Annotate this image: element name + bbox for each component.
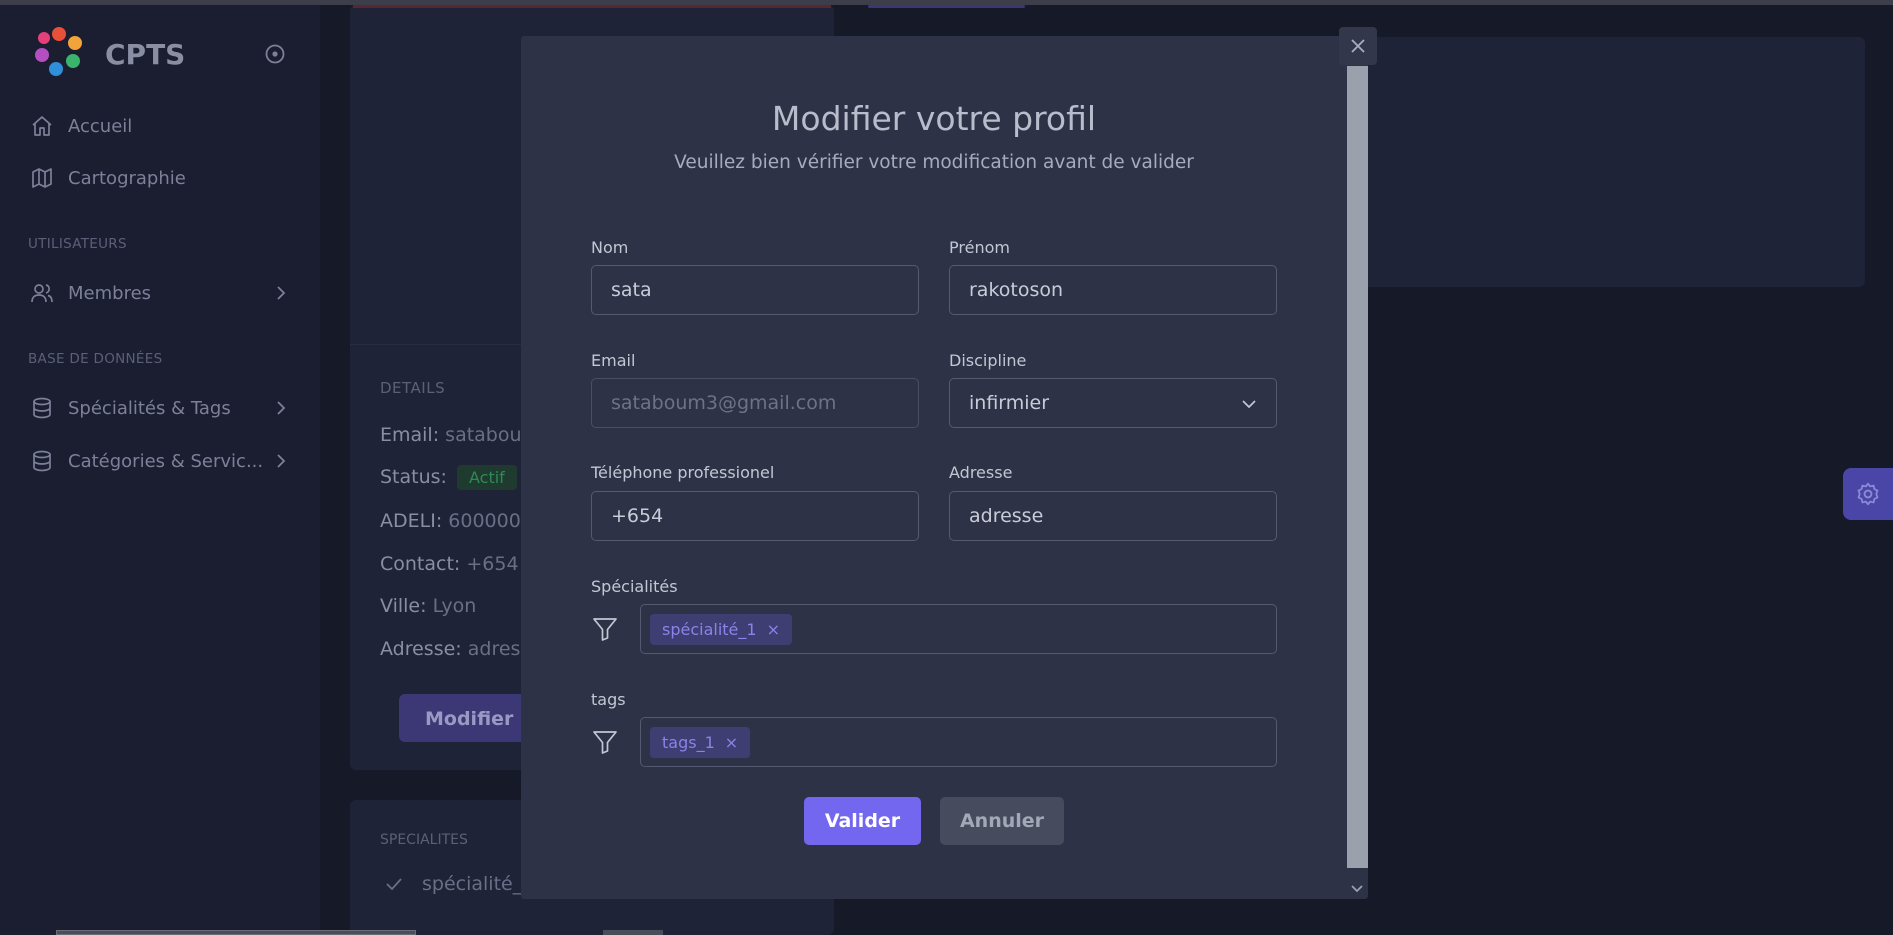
nom-label: Nom — [591, 238, 629, 257]
detail-key: Status: — [380, 466, 447, 488]
detail-adeli: ADELI: 6000000 — [380, 510, 533, 532]
profile-card-top-line — [353, 5, 831, 8]
detail-status: Status: Actif — [380, 465, 517, 490]
home-icon — [32, 116, 52, 136]
chip-remove-button[interactable]: × — [725, 733, 738, 752]
detail-key: ADELI: — [380, 510, 443, 532]
detail-email: Email: sataboum — [380, 424, 540, 446]
database-icon — [33, 450, 51, 472]
chevron-right-icon — [277, 401, 286, 415]
chevron-down-icon — [1242, 400, 1256, 409]
info-card — [1360, 37, 1865, 287]
adresse-label: Adresse — [949, 463, 1013, 482]
email-label: Email — [591, 351, 636, 370]
specialites-select[interactable]: spécialité_1 × — [640, 604, 1277, 654]
specialites-label: Spécialités — [591, 577, 678, 596]
check-icon — [386, 878, 402, 891]
modal-title: Modifier votre profil — [771, 99, 1097, 138]
close-icon — [1351, 39, 1365, 53]
detail-key: Email: — [380, 424, 440, 446]
circle-icon[interactable] — [265, 44, 285, 64]
chevron-right-icon — [277, 286, 286, 300]
detail-key: Contact: — [380, 553, 461, 575]
settings-button[interactable] — [1843, 468, 1893, 520]
submit-button[interactable]: Valider — [804, 797, 921, 845]
discipline-label: Discipline — [949, 351, 1027, 370]
detail-contact: Contact: +654 — [380, 553, 519, 575]
sidebar-item-label: Cartographie — [68, 167, 186, 189]
sidebar-item-label: Accueil — [68, 115, 133, 137]
filter-icon[interactable] — [591, 615, 619, 643]
brand-name: CPTS — [105, 38, 186, 71]
detail-adresse: Adresse: adress — [380, 638, 530, 660]
detail-value: +654 — [466, 553, 519, 575]
sidebar-item-categories-services[interactable]: Catégories & Servic... — [30, 444, 290, 478]
sidebar-item-membres[interactable]: Membres — [30, 276, 290, 310]
chevron-down-icon[interactable] — [1349, 880, 1365, 896]
chip-label: tags_1 — [662, 732, 715, 752]
discipline-value: infirmier — [969, 392, 1050, 414]
modal-scrollbar[interactable] — [1347, 66, 1368, 868]
detail-ville: Ville: Lyon — [380, 595, 476, 617]
details-title: DETAILS — [380, 379, 446, 397]
modal-subtitle: Veuillez bien vérifier votre modificatio… — [674, 152, 1194, 173]
sidebar-item-accueil[interactable]: Accueil — [30, 109, 290, 143]
chevron-right-icon — [277, 454, 286, 468]
sidebar-item-specialites-tags[interactable]: Spécialités & Tags — [30, 391, 290, 425]
tag-chip: tags_1 × — [650, 726, 751, 758]
list-item: spécialité_ — [384, 873, 522, 895]
tags-label: tags — [591, 690, 626, 709]
sidebar-item-label: Membres — [68, 282, 152, 304]
prenom-field[interactable]: rakotoson — [949, 265, 1277, 315]
nom-field[interactable]: sata — [591, 265, 919, 315]
users-icon — [31, 284, 53, 303]
settings-icon — [1857, 482, 1879, 506]
chip-remove-button[interactable]: × — [767, 620, 780, 639]
telephone-label: Téléphone professionel — [591, 463, 775, 482]
scrollbar-marker — [603, 930, 663, 935]
nav-section-title: BASE DE DONNÉES — [28, 351, 163, 367]
prenom-label: Prénom — [949, 238, 1010, 257]
logo-icon — [35, 27, 82, 76]
chip-label: spécialité_1 — [662, 619, 757, 639]
telephone-field[interactable]: +654 — [591, 491, 919, 541]
cancel-button[interactable]: Annuler — [940, 797, 1064, 845]
status-badge: Actif — [457, 465, 517, 490]
close-button[interactable] — [1339, 27, 1377, 65]
nav-section-title: UTILISATEURS — [28, 236, 127, 252]
email-field: sataboum3@gmail.com — [591, 378, 919, 428]
map-icon — [32, 168, 52, 188]
sidebar-item-label: Catégories & Servic... — [68, 450, 264, 472]
sidebar-item-cartographie[interactable]: Cartographie — [30, 161, 290, 195]
filter-icon[interactable] — [591, 728, 619, 756]
specialite-chip: spécialité_1 × — [650, 613, 792, 645]
top-accent-bar — [868, 5, 1025, 8]
list-item-label: spécialité_ — [422, 873, 523, 895]
detail-key: Adresse: — [380, 638, 462, 660]
discipline-select[interactable]: infirmier — [949, 378, 1277, 428]
database-icon — [33, 397, 51, 419]
specialites-title: SPECIALITES — [380, 832, 468, 848]
horizontal-scrollbar[interactable] — [56, 930, 416, 935]
sidebar-item-label: Spécialités & Tags — [68, 397, 231, 419]
detail-key: Ville: — [380, 595, 427, 617]
adresse-field[interactable]: adresse — [949, 491, 1277, 541]
tags-select[interactable]: tags_1 × — [640, 717, 1277, 767]
detail-value: Lyon — [432, 595, 477, 617]
